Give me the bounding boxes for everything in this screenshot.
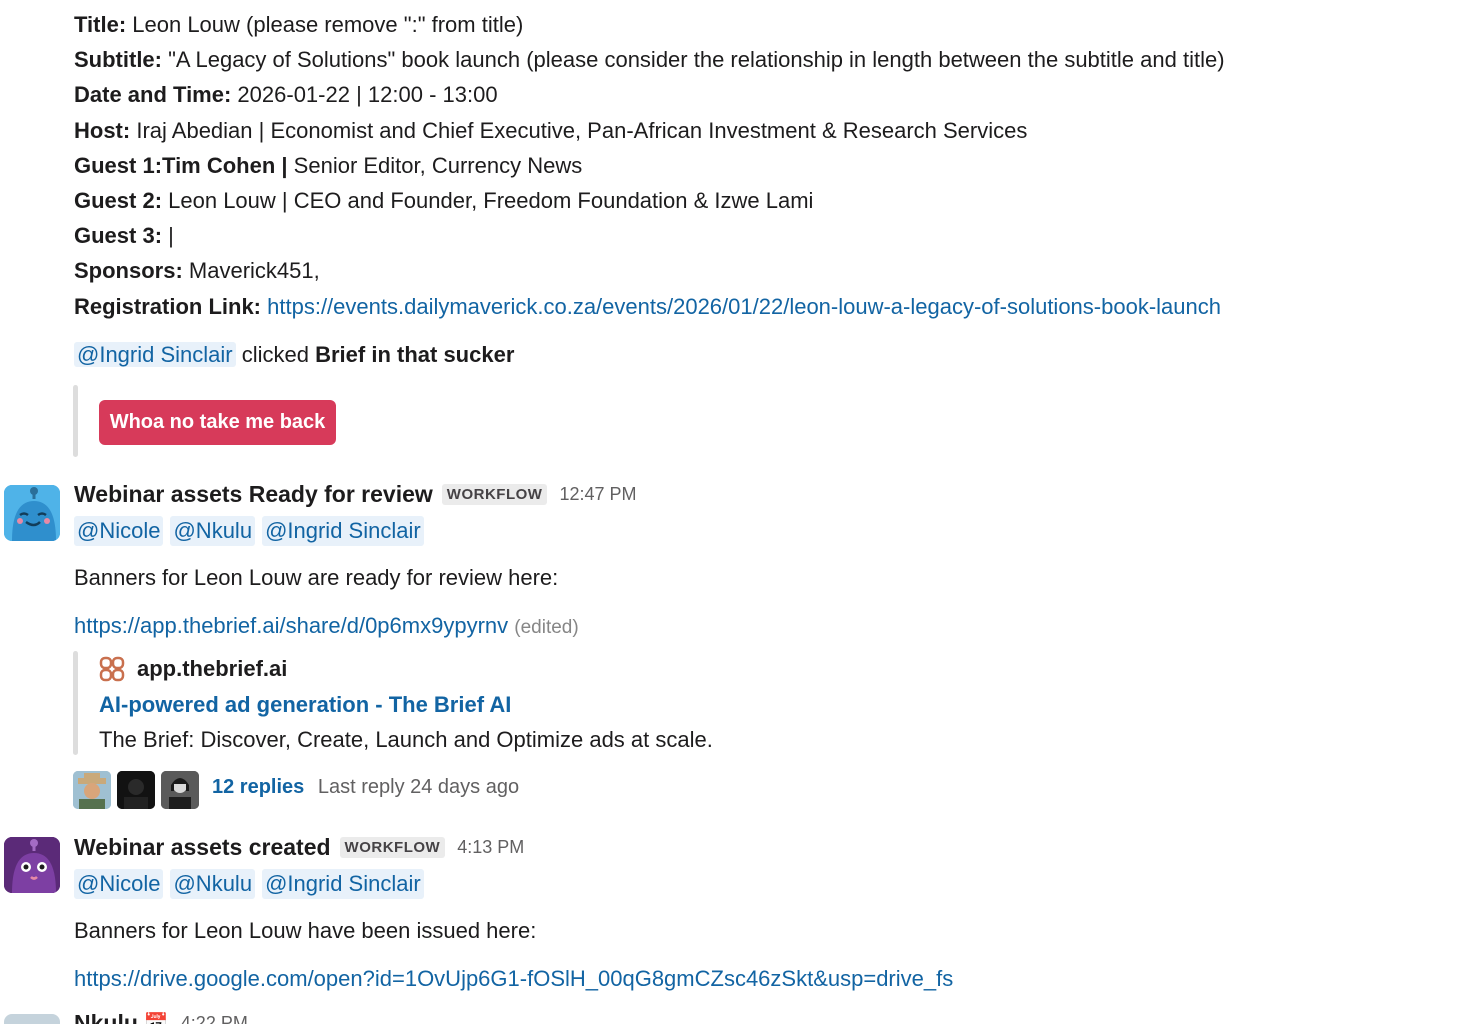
user-avatar[interactable] [4,1014,60,1024]
workflow-bot-avatar[interactable] [4,837,60,893]
brief-registration-line: Registration Link: https://events.dailym… [74,292,1221,322]
brief-guest2-line: Guest 2: Leon Louw | CEO and Founder, Fr… [74,186,813,216]
workflow-badge: WORKFLOW [339,837,446,858]
mention-nicole[interactable]: @Nicole [74,869,164,899]
mention-nkulu[interactable]: @Nkulu [170,869,256,899]
brief-guest3-label: Guest 3: [74,223,163,248]
mention-ingrid-sinclair[interactable]: @Ingrid Sinclair [262,869,424,899]
brief-guest1-label: Guest 1:Tim Cohen | [74,153,288,178]
workflow-bot-avatar[interactable] [4,485,60,541]
brief-sponsors-label: Sponsors: [74,258,183,283]
unfurl-quote-bar [73,651,78,755]
thebrief-logo-icon [99,656,125,682]
attachment-quote-bar [73,385,78,457]
brief-host-label: Host: [74,118,131,143]
brief-title-label: Title: [74,12,127,37]
brief-title-value: Leon Louw (please remove ":" from title) [126,12,524,37]
brief-guest2-value: Leon Louw | CEO and Founder, Freedom Fou… [162,188,814,213]
take-me-back-button[interactable]: Whoa no take me back [99,400,336,445]
click-note-text: clicked [235,342,316,367]
brief-guest1-value: Senior Editor, Currency News [287,153,583,178]
message-header: Nkulu 📅 4:22 PM [74,1010,248,1024]
unfurl-title[interactable]: AI-powered ad generation - The Brief AI [99,692,511,717]
mention-ingrid-sinclair[interactable]: @Ingrid Sinclair [74,342,236,367]
brief-sponsors-line: Sponsors: Maverick451, [74,256,320,286]
brief-subtitle-label: Subtitle: [74,47,162,72]
brief-guest2-label: Guest 2: [74,188,163,213]
brief-guest1-line: Guest 1:Tim Cohen | Senior Editor, Curre… [74,151,582,181]
sender-name[interactable]: Nkulu [74,1010,138,1024]
brief-title-line: Title: Leon Louw (please remove ":" from… [74,10,523,40]
timestamp[interactable]: 4:13 PM [457,837,524,858]
brief-guest3-line: Guest 3: | [74,221,174,251]
brief-registration-label: Registration Link: [74,294,262,319]
brief-subtitle-value: "A Legacy of Solutions" book launch (ple… [162,47,1225,72]
message-body: Banners for Leon Louw are ready for revi… [74,565,559,590]
message-link-line: https://app.thebrief.ai/share/d/0p6mx9yp… [74,611,579,643]
purple-robot-icon [4,837,60,893]
edited-label: (edited) [514,617,579,638]
mention-nicole[interactable]: @Nicole [74,516,164,546]
mention-ingrid-sinclair[interactable]: @Ingrid Sinclair [262,516,424,546]
brief-sponsors-value: Maverick451, [182,258,320,283]
brief-host-value: Iraj Abedian | Economist and Chief Execu… [130,118,1028,143]
thread-avatar-3[interactable] [161,771,199,809]
person-dark-icon [117,771,155,809]
brief-datetime-label: Date and Time: [74,82,232,107]
thread-replies-link[interactable]: 12 replies [212,776,304,798]
calendar-icon: 📅 [143,1013,169,1024]
registration-link[interactable]: https://events.dailymaverick.co.za/event… [267,294,1221,319]
timestamp[interactable]: 4:22 PM [181,1013,248,1024]
message-link-line: https://drive.google.com/open?id=1OvUjp6… [74,964,953,994]
unfurl-title-link[interactable]: AI-powered ad generation - The Brief AI [99,690,511,720]
brief-guest3-value: | [162,223,174,248]
thread-avatar-1[interactable] [73,771,111,809]
click-note-action: Brief in that sucker [315,342,515,367]
brief-datetime-value: 2026-01-22 | 12:00 - 13:00 [231,82,498,107]
share-link[interactable]: https://app.thebrief.ai/share/d/0p6mx9yp… [74,613,508,638]
message-header: Webinar assets created WORKFLOW 4:13 PM [74,834,524,861]
smiling-robot-icon [4,485,60,541]
person-hat-icon [73,771,111,809]
message-header: Webinar assets Ready for review WORKFLOW… [74,481,636,508]
sender-name[interactable]: Webinar assets Ready for review [74,481,433,508]
timestamp[interactable]: 12:47 PM [559,484,636,505]
brief-datetime-line: Date and Time: 2026-01-22 | 12:00 - 13:0… [74,80,498,110]
click-note: @Ingrid Sinclair clicked Brief in that s… [74,340,514,370]
thread-avatar-2[interactable] [117,771,155,809]
mention-list: @Nicole @Nkulu @Ingrid Sinclair [74,516,424,546]
drive-link[interactable]: https://drive.google.com/open?id=1OvUjp6… [74,966,953,991]
workflow-badge: WORKFLOW [441,484,548,505]
person-bw-icon [161,771,199,809]
unfurl-description: The Brief: Discover, Create, Launch and … [99,727,713,752]
thread-summary: 12 replies Last reply 24 days ago [212,776,519,799]
mention-list: @Nicole @Nkulu @Ingrid Sinclair [74,869,424,899]
thread-last-reply: Last reply 24 days ago [317,776,520,798]
brief-host-line: Host: Iraj Abedian | Economist and Chief… [74,116,1027,146]
mention-nkulu[interactable]: @Nkulu [170,516,256,546]
brief-subtitle-line: Subtitle: "A Legacy of Solutions" book l… [74,45,1225,75]
message-body: Banners for Leon Louw have been issued h… [74,918,537,943]
sender-name[interactable]: Webinar assets created [74,834,331,861]
unfurl-site-name: app.thebrief.ai [137,656,288,681]
